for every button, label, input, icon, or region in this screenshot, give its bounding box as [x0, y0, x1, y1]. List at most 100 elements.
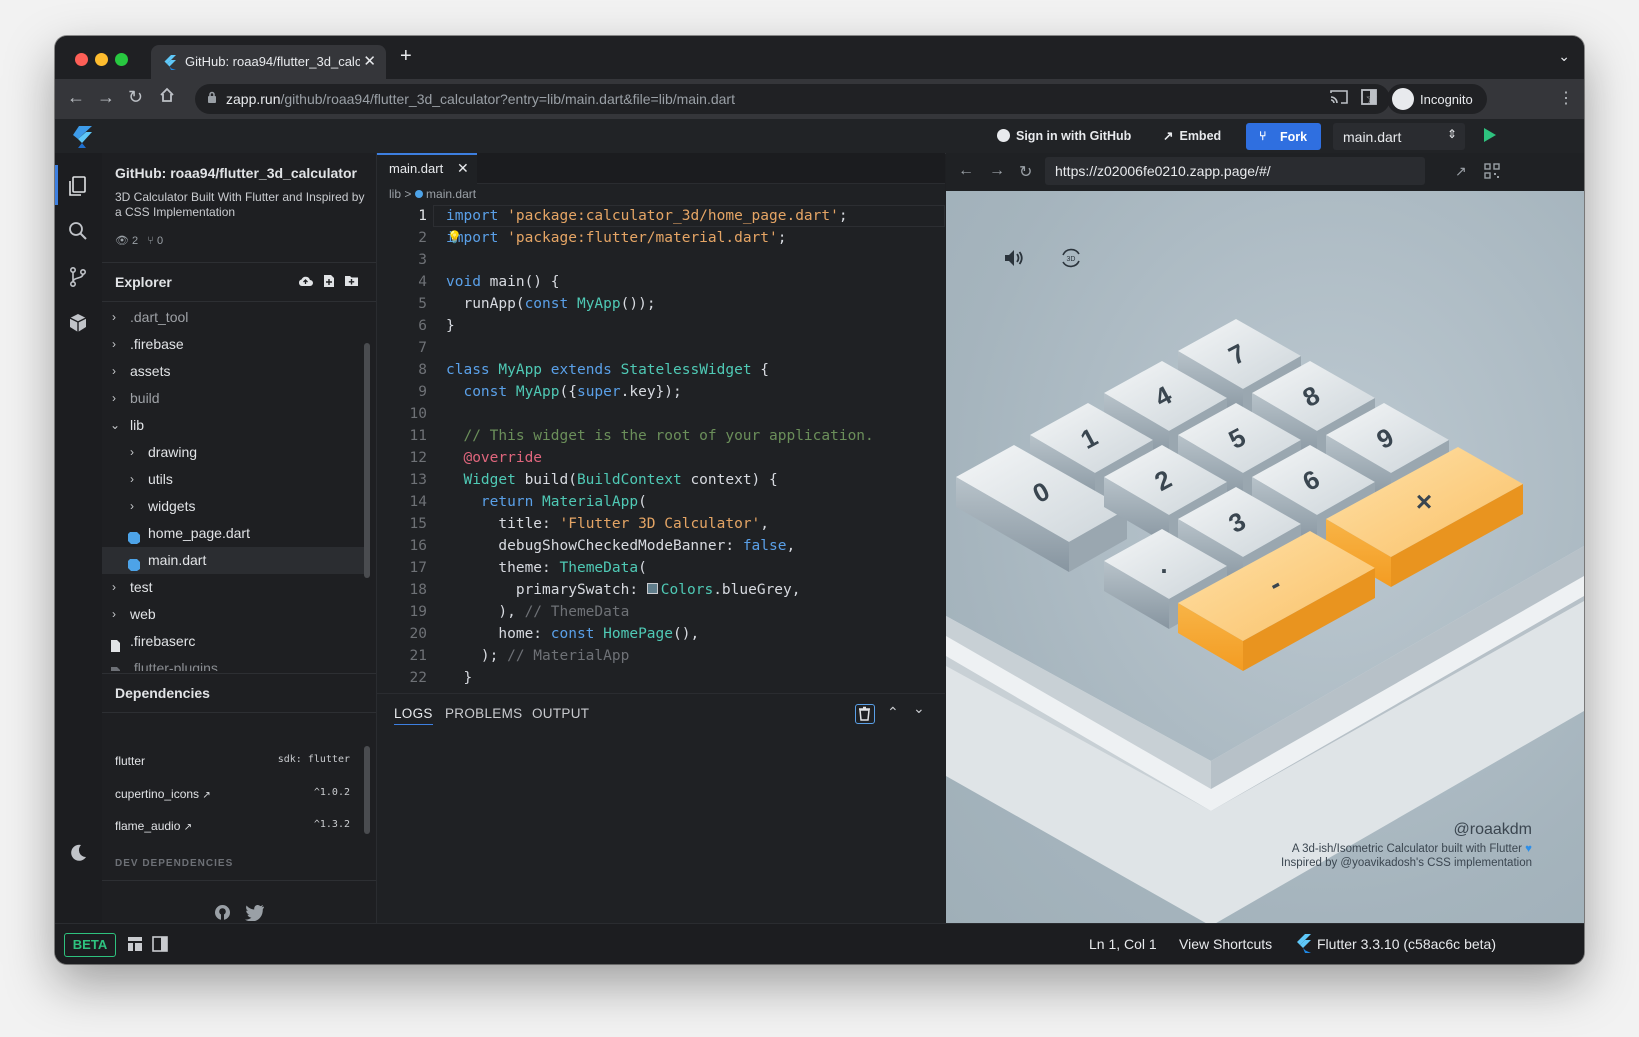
- chevron-right-icon: ›: [112, 310, 116, 324]
- close-tab-icon[interactable]: ✕: [363, 52, 376, 70]
- author-handle[interactable]: @roaakdm: [1454, 821, 1533, 839]
- incognito-label: Incognito: [1420, 92, 1473, 107]
- app-preview-canvas[interactable]: 3D 7 4 8 1 5 9 0 2 6 × 3 . - @roaakdm A …: [946, 191, 1584, 923]
- tab-problems[interactable]: PROBLEMS: [445, 706, 522, 721]
- preview-back-icon[interactable]: ←: [958, 162, 974, 180]
- sign-in-github-button[interactable]: Sign in with GitHub: [997, 119, 1131, 153]
- tree-item-utils[interactable]: › utils: [102, 466, 364, 493]
- tree-item-main-dart[interactable]: main.dart: [102, 547, 364, 574]
- browser-window: GitHub: roaa94/flutter_3d_calc ✕ + ⌄ ← →…: [55, 36, 1584, 964]
- side-panel-icon[interactable]: [1361, 89, 1377, 110]
- qr-code-icon[interactable]: [1484, 163, 1500, 184]
- line-number: 18: [409, 582, 427, 598]
- browser-tab[interactable]: GitHub: roaa94/flutter_3d_calc ✕: [151, 45, 386, 79]
- line-number: 21: [409, 648, 427, 664]
- tree-item-drawing[interactable]: › drawing: [102, 439, 364, 466]
- breadcrumb-dir[interactable]: lib: [389, 187, 401, 201]
- source-control-icon[interactable]: [67, 266, 89, 293]
- new-tab-button[interactable]: +: [400, 45, 412, 68]
- packages-cube-icon[interactable]: [67, 312, 89, 339]
- search-icon[interactable]: [67, 220, 89, 247]
- tree-item-lib[interactable]: ⌄ lib: [102, 412, 364, 439]
- editor-tab-main-dart[interactable]: main.dart ✕: [377, 153, 477, 185]
- dependencies-title: Dependencies: [115, 685, 210, 701]
- lock-icon: [207, 91, 217, 107]
- tree-item-build[interactable]: › build: [102, 385, 364, 412]
- tab-search-chevron-icon[interactable]: ⌄: [1558, 48, 1570, 65]
- line-number: 6: [418, 318, 427, 334]
- chevron-down-icon[interactable]: ⌄: [913, 700, 925, 717]
- new-file-icon[interactable]: [323, 274, 335, 293]
- fork-count-icon: ⑂: [147, 235, 154, 247]
- reload-icon[interactable]: ↻: [128, 87, 143, 108]
- beta-badge: BETA: [64, 933, 116, 957]
- minimize-window-button[interactable]: [95, 53, 108, 66]
- tree-item-assets[interactable]: › assets: [102, 358, 364, 385]
- code-line: runApp(const MyApp());: [446, 296, 656, 312]
- view-shortcuts-button[interactable]: View Shortcuts: [1179, 936, 1272, 952]
- layout-icon[interactable]: [127, 936, 143, 955]
- tree-item-home-page-dart[interactable]: home_page.dart: [102, 520, 364, 547]
- flutter-version[interactable]: Flutter 3.3.10 (c58ac6c beta): [1317, 936, 1496, 952]
- home-icon[interactable]: [159, 87, 175, 108]
- tree-item-test[interactable]: › test: [102, 574, 364, 601]
- line-number: 11: [409, 428, 427, 444]
- incognito-avatar-icon: [1392, 88, 1414, 110]
- status-bar: BETA Ln 1, Col 1 View Shortcuts Flutter …: [55, 923, 1584, 964]
- code-line: debugShowCheckedModeBanner: false,: [446, 538, 796, 554]
- line-number: 2: [418, 230, 427, 246]
- tab-output[interactable]: OUTPUT: [532, 706, 589, 721]
- embed-button[interactable]: ↗ Embed: [1163, 119, 1221, 153]
- dependency-flame-audio[interactable]: flame_audio ↗ ^1.3.2: [115, 819, 350, 833]
- chevron-up-icon[interactable]: ⌃: [887, 704, 899, 721]
- tree-item-widgets[interactable]: › widgets: [102, 493, 364, 520]
- tree-item-web[interactable]: › web: [102, 601, 364, 628]
- dependencies-scrollbar[interactable]: [364, 746, 370, 834]
- preview-pane: ← → ↻ https://z02006fe0210.zapp.page/#/ …: [946, 153, 1584, 923]
- active-indicator: [55, 165, 58, 205]
- cast-icon[interactable]: [1330, 89, 1348, 110]
- zapp-logo-icon[interactable]: [70, 125, 94, 152]
- open-external-icon[interactable]: ↗: [1455, 163, 1467, 180]
- back-arrow-icon[interactable]: ←: [67, 87, 85, 108]
- line-number: 7: [418, 340, 427, 356]
- preview-url-field[interactable]: https://z02006fe0210.zapp.page/#/: [1045, 157, 1425, 185]
- color-swatch-icon[interactable]: [646, 583, 658, 594]
- code-area[interactable]: 1 2 3 4 5 6 7 8 9 10 11 12 13 14 15 16 1…: [377, 205, 945, 695]
- incognito-profile-button[interactable]: Incognito: [1387, 84, 1487, 114]
- tab-logs[interactable]: LOGS: [394, 706, 433, 725]
- line-number: 17: [409, 560, 427, 576]
- preview-reload-icon[interactable]: ↻: [1019, 162, 1032, 182]
- maximize-window-button[interactable]: [115, 53, 128, 66]
- run-play-icon[interactable]: [1483, 127, 1497, 146]
- external-link-icon: ↗: [183, 822, 193, 833]
- new-folder-icon[interactable]: [344, 274, 359, 292]
- browser-menu-icon[interactable]: ⋮: [1558, 88, 1574, 108]
- address-bar[interactable]: zapp.run/github/roaa94/flutter_3d_calcul…: [195, 84, 1390, 114]
- line-number: 3: [418, 252, 427, 268]
- tree-item-firebaserc[interactable]: .firebaserc: [102, 628, 364, 655]
- cursor-position[interactable]: Ln 1, Col 1: [1089, 936, 1157, 952]
- breadcrumb-file[interactable]: main.dart: [426, 187, 476, 201]
- entry-file-select[interactable]: main.dart ⇕: [1333, 123, 1465, 150]
- credit-line-2: Inspired by @yoavikadosh's CSS implement…: [1280, 857, 1532, 869]
- close-tab-icon[interactable]: ✕: [457, 160, 469, 177]
- dark-mode-moon-icon[interactable]: [67, 842, 89, 869]
- tree-item-dart-tool[interactable]: › .dart_tool: [102, 304, 364, 331]
- cloud-upload-icon[interactable]: [298, 274, 313, 292]
- dependency-flutter[interactable]: flutter sdk: flutter: [115, 754, 350, 768]
- tree-item-flutter-plugins[interactable]: .flutter-plugins: [102, 655, 364, 671]
- files-icon[interactable]: [67, 175, 89, 202]
- breadcrumb-separator-icon: >: [404, 187, 415, 201]
- forward-arrow-icon[interactable]: →: [97, 87, 115, 108]
- clear-logs-trash-icon[interactable]: [855, 704, 875, 724]
- preview-forward-icon[interactable]: →: [989, 162, 1005, 180]
- close-window-button[interactable]: [75, 53, 88, 66]
- lightbulb-icon[interactable]: 💡: [447, 230, 462, 244]
- line-number: 5: [418, 296, 427, 312]
- tree-item-firebase[interactable]: › .firebase: [102, 331, 364, 358]
- explorer-scrollbar[interactable]: [364, 343, 370, 578]
- fork-button[interactable]: ⑂ Fork: [1246, 123, 1321, 150]
- dependency-cupertino-icons[interactable]: cupertino_icons ↗ ^1.0.2: [115, 787, 350, 801]
- toggle-panel-icon[interactable]: [152, 936, 168, 955]
